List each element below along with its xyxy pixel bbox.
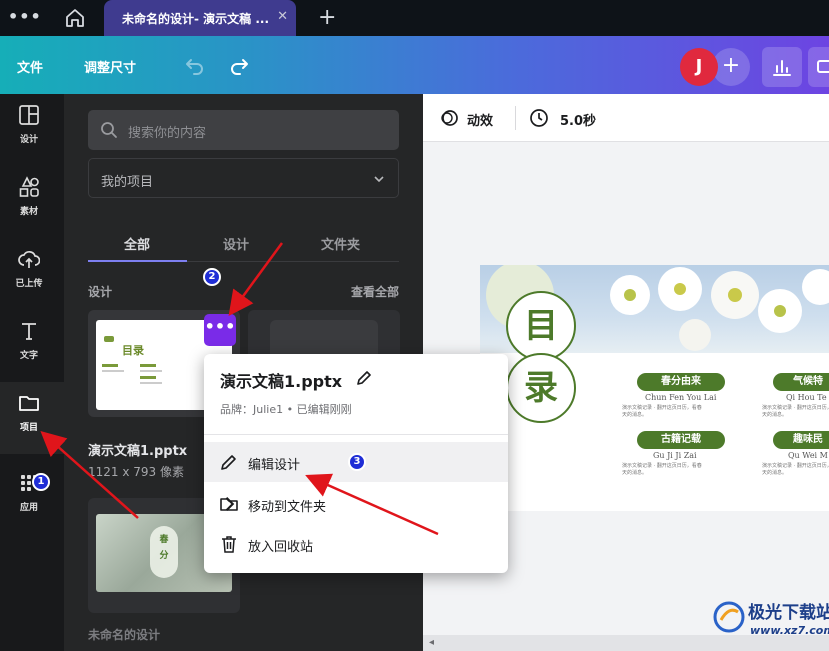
select-value: 我的项目 (101, 175, 154, 190)
insights-button[interactable] (762, 47, 802, 87)
file-menu-button[interactable]: 文件 (17, 57, 43, 76)
rail-item-text[interactable]: 文字 (0, 310, 64, 382)
menu-item-label: 移动到文件夹 (248, 500, 327, 515)
rail-label: 已上传 (15, 279, 43, 289)
cloud-upload-icon (18, 251, 40, 268)
undo-icon[interactable] (182, 53, 206, 77)
thumb-title: 目录 (122, 344, 144, 357)
pencil-icon (221, 455, 236, 470)
browser-tab-bar: ••• 未命名的设计- 演示文稿 ... ✕ + (0, 0, 829, 36)
rail-item-uploads[interactable]: 已上传 (0, 238, 64, 310)
entry-body: 演示文稿记录 · 翻开这页日历，看春天的消息。 (622, 405, 702, 418)
rail-label: 文字 (19, 351, 38, 361)
chevron-left-icon[interactable]: ◂ (429, 637, 434, 648)
entry-title: 古籍记载 (637, 431, 725, 449)
entry-pinyin: Qi Hou Te (786, 393, 827, 402)
section-title: 未命名的设计 (88, 628, 161, 642)
entry-title: 趣味民 (773, 431, 829, 449)
rail-item-apps[interactable]: 应用 (0, 462, 64, 534)
design-dimensions: 1121 x 793 像素 (88, 465, 184, 479)
menu-dots-icon[interactable]: ••• (8, 9, 41, 27)
timer-icon[interactable] (529, 108, 549, 128)
layout-icon (19, 105, 39, 125)
tab-all[interactable]: 全部 (124, 234, 150, 253)
menu-title: 演示文稿1.pptx (220, 372, 343, 391)
tab-designs[interactable]: 设计 (223, 234, 249, 253)
title-char-1: 目 (506, 291, 576, 361)
animate-button[interactable]: 动效 (467, 110, 493, 129)
animate-icon[interactable] (439, 108, 459, 128)
chevron-down-icon (374, 176, 384, 183)
text-icon (22, 323, 36, 340)
redo-icon[interactable] (228, 53, 252, 77)
step-badge-2: 2 (203, 268, 221, 286)
tab-folders[interactable]: 文件夹 (321, 234, 360, 253)
entry-pinyin: Chun Fen You Lai (645, 393, 717, 402)
chevron-right-icon (225, 496, 235, 512)
tab-title: 未命名的设计- 演示文稿 ... (122, 12, 270, 26)
active-tab-indicator (88, 260, 187, 262)
watermark: 极光下载站 www.xz7.com (712, 598, 829, 644)
menu-item-label: 编辑设计 (248, 458, 301, 473)
menu-divider (204, 434, 508, 435)
avatar[interactable]: J (680, 48, 718, 86)
menu-item-label: 放入回收站 (248, 540, 314, 555)
title-char-2: 录 (506, 353, 576, 423)
folder-icon (19, 396, 39, 411)
share-icon (817, 60, 829, 73)
menu-meta: 品牌：Julie1 • 已编辑刚刚 (220, 403, 352, 416)
entry-title: 春分由来 (637, 373, 725, 391)
design-name[interactable]: 演示文稿1.pptx (88, 440, 187, 459)
watermark-name: 极光下载站 (748, 603, 829, 623)
elements-icon (19, 176, 39, 197)
editor-header: 文件 调整尺寸 + J (0, 36, 829, 94)
rail-item-elements[interactable]: 素材 (0, 166, 64, 238)
rail-item-projects[interactable]: 项目 (0, 382, 64, 454)
search-input[interactable]: 搜索你的内容 (88, 110, 399, 150)
rail-label: 素材 (19, 207, 38, 217)
left-rail: 设计 素材 已上传 文字 项目 应用 (0, 94, 64, 651)
search-icon (101, 122, 117, 138)
slide-preview[interactable]: 目 录 春分由来 Chun Fen You Lai 演示文稿记录 · 翻开这页日… (480, 265, 829, 511)
watermark-url: www.xz7.com (750, 624, 829, 637)
move-to-folder-menu-item[interactable]: 移动到文件夹 (204, 484, 508, 524)
entry-pinyin: Qu Wei M (788, 451, 828, 460)
thumb-title: 春分 (159, 535, 169, 561)
entry-title: 气候特 (773, 373, 829, 391)
bar-chart-icon (773, 60, 791, 76)
more-options-button[interactable]: ••• (204, 314, 236, 346)
toolbar-divider (515, 106, 516, 130)
new-tab-button[interactable]: + (318, 5, 336, 30)
step-badge-1: 1 (32, 473, 50, 491)
share-button[interactable] (808, 47, 829, 87)
entry-body: 演示文稿记录 · 翻开这页日历，看春天的消息。 (622, 463, 702, 476)
rail-label: 设计 (19, 135, 38, 145)
see-all-link[interactable]: 查看全部 (351, 283, 399, 300)
entry-body: 演示文稿记录 · 翻开这页日历，看春天的消息。 (762, 405, 829, 418)
home-icon[interactable] (64, 7, 86, 29)
entry-pinyin: Gu Ji Ji Zai (653, 451, 697, 460)
watermark-logo-icon (713, 601, 745, 633)
step-badge-3: 3 (348, 453, 366, 471)
entry-body: 演示文稿记录 · 翻开这页日历，看春天的消息。 (762, 463, 829, 476)
trash-icon (222, 536, 236, 553)
project-filter-select[interactable]: 我的项目 (88, 158, 399, 198)
search-placeholder: 搜索你的内容 (128, 126, 207, 141)
close-icon[interactable]: ✕ (277, 9, 288, 24)
rail-label: 应用 (19, 503, 38, 513)
rail-label: 项目 (19, 423, 38, 433)
timer-button[interactable]: 5.0秒 (560, 110, 596, 129)
move-to-trash-menu-item[interactable]: 放入回收站 (204, 524, 508, 564)
canvas-toolbar: 动效 5.0秒 (423, 94, 829, 142)
resize-button[interactable]: 调整尺寸 (84, 57, 136, 76)
rename-pencil-icon[interactable] (354, 368, 374, 388)
tab-current-design[interactable]: 未命名的设计- 演示文稿 ... ✕ (104, 0, 296, 36)
rail-item-design[interactable]: 设计 (0, 94, 64, 166)
section-title: 设计 (88, 285, 113, 299)
